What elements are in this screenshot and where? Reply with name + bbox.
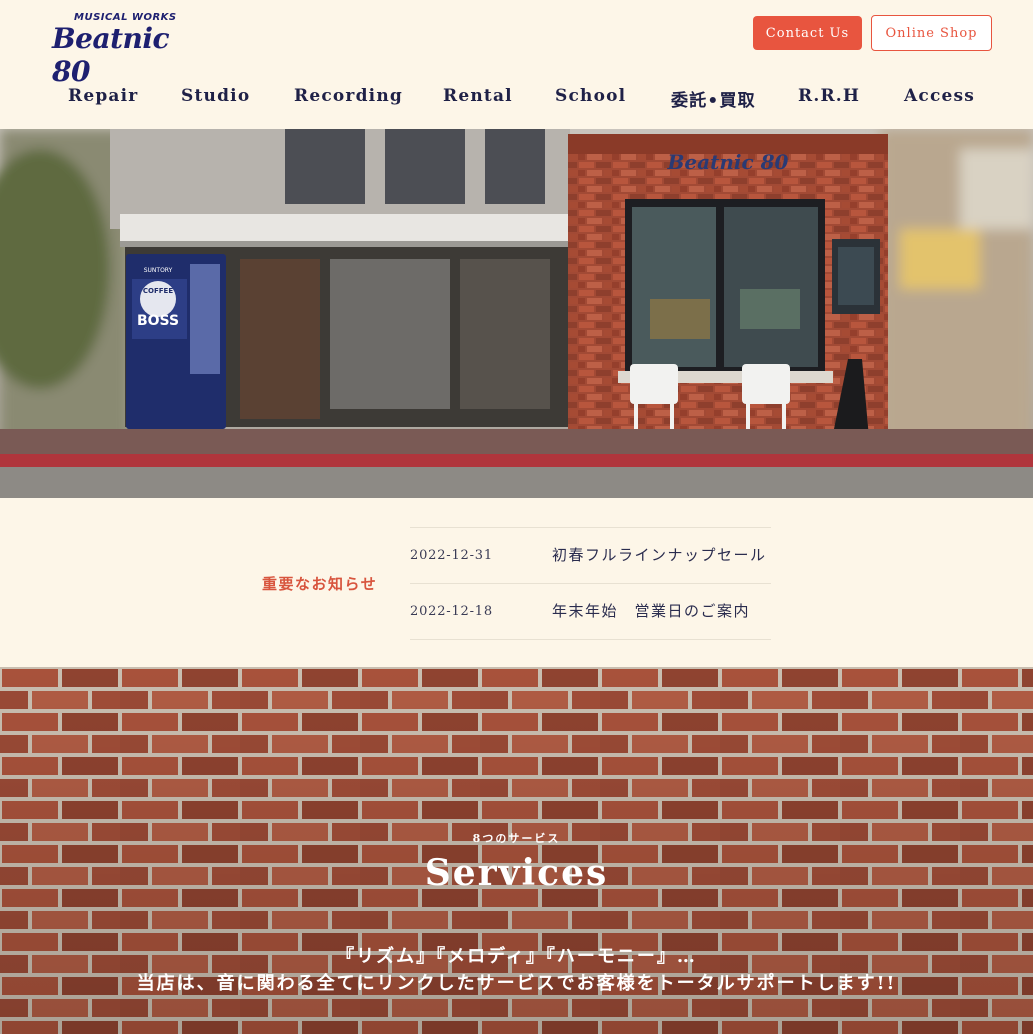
nav-item-consign-buy[interactable]: 委託•買取: [671, 86, 756, 111]
hero-storefront-photo: BOSS COFFEE SUNTORY Beatnic 80: [0, 129, 1033, 498]
storefront-sign: Beatnic 80: [667, 150, 789, 174]
nav-item-studio[interactable]: Studio: [181, 86, 250, 106]
contact-us-button[interactable]: Contact Us: [753, 16, 862, 50]
main-nav: Repair Studio Recording Rental School 委託…: [0, 86, 1033, 116]
vending-sub: COFFEE: [143, 287, 173, 295]
vending-top: SUNTORY: [144, 267, 173, 274]
online-shop-button[interactable]: Online Shop: [871, 15, 992, 51]
services-tagline-1: 『リズム』『メロディ』『ハーモニー』…: [336, 946, 697, 967]
nav-item-rental[interactable]: Rental: [443, 86, 513, 106]
nav-item-rrh[interactable]: R.R.H: [798, 86, 860, 106]
news-title-link[interactable]: 初春フルラインナップセール: [552, 544, 767, 565]
services-subtitle: 8つのサービス: [472, 832, 561, 845]
news-list: 2022-12-31 初春フルラインナップセール 2022-12-18 年末年始…: [410, 527, 771, 640]
news-date: 2022-12-18: [410, 604, 493, 619]
nav-item-access[interactable]: Access: [904, 86, 975, 106]
logo-wordmark: Beatnic 80: [52, 22, 170, 88]
nav-item-school[interactable]: School: [555, 86, 626, 106]
news-date: 2022-12-31: [410, 548, 493, 563]
services-section: 8つのサービス Services 『リズム』『メロディ』『ハーモニー』… 当店は…: [0, 667, 1033, 1034]
site-logo[interactable]: MUSICAL WORKS Beatnic 80: [52, 12, 197, 88]
services-title: Services: [424, 852, 609, 894]
site-header: MUSICAL WORKS Beatnic 80 Contact Us Onli…: [0, 0, 1033, 129]
news-item[interactable]: 2022-12-18 年末年始 営業日のご案内: [410, 584, 771, 640]
nav-item-recording[interactable]: Recording: [294, 86, 403, 106]
news-title-link[interactable]: 年末年始 営業日のご案内: [552, 600, 750, 621]
nav-item-repair[interactable]: Repair: [68, 86, 138, 106]
news-item[interactable]: 2022-12-31 初春フルラインナップセール: [410, 528, 771, 584]
news-heading: 重要なお知らせ: [262, 575, 378, 593]
vending-brand: BOSS: [137, 313, 179, 329]
storefront-illustration: BOSS COFFEE SUNTORY Beatnic 80: [0, 129, 1033, 498]
news-section: 重要なお知らせ 2022-12-31 初春フルラインナップセール 2022-12…: [0, 498, 1033, 667]
services-tagline-2: 当店は、音に関わる全てにリンクしたサービスでお客様をトータルサポートします!!: [136, 973, 897, 994]
